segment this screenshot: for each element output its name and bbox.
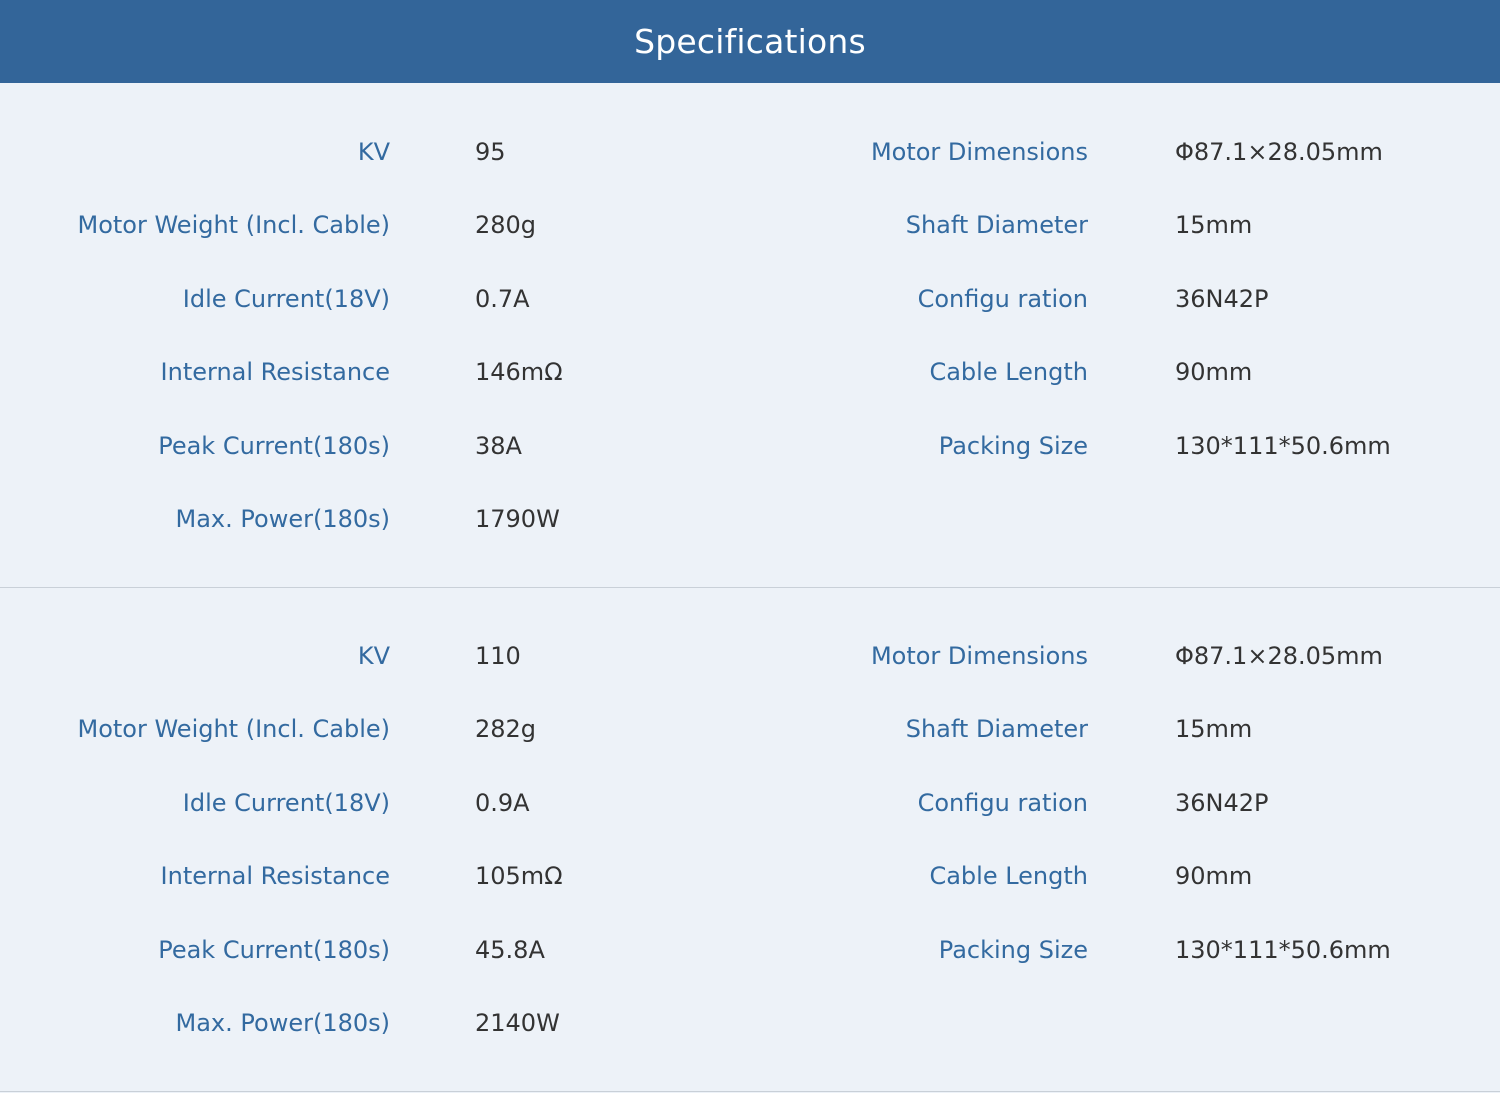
spec-label-kv: KV <box>357 138 390 166</box>
spec-label-max-power: Max. Power(180s) <box>175 505 390 533</box>
spec-label-idle-current: Idle Current(18V) <box>182 285 390 313</box>
spec-value-shaft-diameter: 15mm <box>1175 715 1253 743</box>
spec-label-internal-resistance: Internal Resistance <box>160 358 390 386</box>
spec-label-motor-weight: Motor Weight (Incl. Cable) <box>77 715 391 743</box>
spec-label-packing-size: Packing Size <box>938 432 1088 460</box>
spec-label-configuration: Configu ration <box>917 285 1088 313</box>
spec-label-internal-resistance: Internal Resistance <box>160 862 390 890</box>
spec-label-shaft-diameter: Shaft Diameter <box>905 211 1088 239</box>
spec-value-motor-dimensions: Φ87.1×28.05mm <box>1175 642 1383 670</box>
spec-value-packing-size: 130*111*50.6mm <box>1175 936 1391 964</box>
spec-value-configuration: 36N42P <box>1175 789 1269 817</box>
spec-value-packing-size: 130*111*50.6mm <box>1175 432 1391 460</box>
spec-value-max-power: 1790W <box>475 505 560 533</box>
spec-label-peak-current: Peak Current(180s) <box>158 432 390 460</box>
spec-value-max-power: 2140W <box>475 1009 560 1037</box>
spec-label-idle-current: Idle Current(18V) <box>182 789 390 817</box>
spec-label-max-power: Max. Power(180s) <box>175 1009 390 1037</box>
spec-label-cable-length: Cable Length <box>929 862 1088 890</box>
spec-label-shaft-diameter: Shaft Diameter <box>905 715 1088 743</box>
header-bar: Specifications <box>0 0 1500 83</box>
spec-label-peak-current: Peak Current(180s) <box>158 936 390 964</box>
spec-label-motor-weight: Motor Weight (Incl. Cable) <box>77 211 391 239</box>
spec-label-motor-dimensions: Motor Dimensions <box>870 138 1088 166</box>
spec-value-motor-dimensions: Φ87.1×28.05mm <box>1175 138 1383 166</box>
spec-label-motor-dimensions: Motor Dimensions <box>870 642 1088 670</box>
spec-value-cable-length: 90mm <box>1175 358 1253 386</box>
spec-section-2: KV Motor Weight (Incl. Cable) Idle Curre… <box>0 588 1500 1092</box>
spec-value-configuration: 36N42P <box>1175 285 1269 313</box>
page-title: Specifications <box>634 22 866 61</box>
spec-label-packing-size: Packing Size <box>938 936 1088 964</box>
spec-value-cable-length: 90mm <box>1175 862 1253 890</box>
spec-label-cable-length: Cable Length <box>929 358 1088 386</box>
spec-section-1: KV Motor Weight (Incl. Cable) Idle Curre… <box>0 83 1500 588</box>
spec-label-kv: KV <box>357 642 390 670</box>
spec-label-configuration: Configu ration <box>917 789 1088 817</box>
spec-value-shaft-diameter: 15mm <box>1175 211 1253 239</box>
